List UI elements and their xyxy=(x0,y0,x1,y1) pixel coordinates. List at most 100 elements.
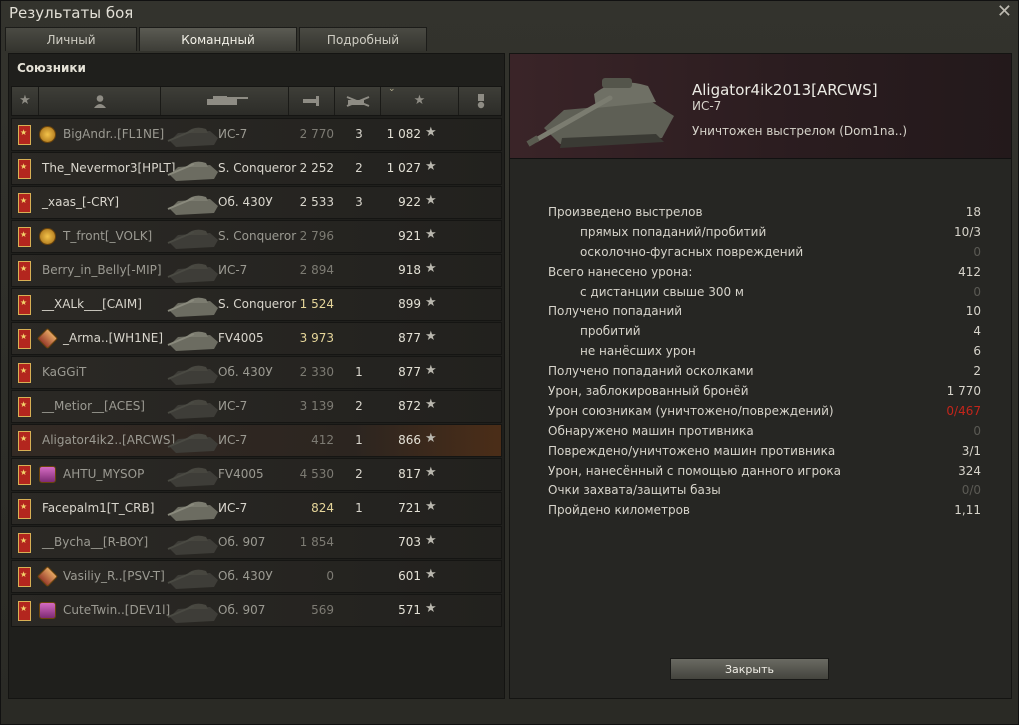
tank-image-icon xyxy=(167,195,218,215)
xp-value: 877 xyxy=(398,365,421,379)
stat-label: Произведено выстрелов xyxy=(548,205,703,219)
rank-badge-icon xyxy=(18,363,31,383)
tank-image-icon xyxy=(167,365,218,385)
stat-label: не нанёсших урон xyxy=(580,344,696,359)
player-name: Aligator4ik2..[ARCWS] xyxy=(42,433,176,447)
damage-value: 2 770 xyxy=(299,127,334,141)
table-row[interactable]: _xaas_[-CRY] Об. 430У 2 533 3 922 ★ xyxy=(11,186,502,219)
kills-icon[interactable] xyxy=(335,87,381,115)
damage-icon[interactable] xyxy=(289,87,335,115)
tab-team-result[interactable]: Командный результат xyxy=(139,27,297,71)
tank-name: Об. 907 xyxy=(218,535,266,549)
tank-name: FV4005 xyxy=(218,467,264,481)
close-icon[interactable]: ✕ xyxy=(997,1,1012,22)
tab-bar: Личный результат Командный результат Под… xyxy=(5,27,429,71)
kills-value: 2 xyxy=(355,161,363,175)
xp-value: 872 xyxy=(398,399,421,413)
xp-star-icon: ★ xyxy=(425,261,437,276)
xp-star-icon: ★ xyxy=(425,227,437,242)
tank-image-icon xyxy=(167,433,218,453)
player-tank: ИС-7 xyxy=(692,99,722,113)
damage-value: 2 533 xyxy=(299,195,334,209)
table-row[interactable]: Aligator4ik2..[ARCWS] ИС-7 412 1 866 ★ xyxy=(11,424,502,457)
table-row[interactable]: BigAndr..[FL1NE] ИС-7 2 770 3 1 082 ★ xyxy=(11,118,502,151)
tank-image-icon xyxy=(167,603,218,623)
table-row[interactable]: T_front[_VOLK]S. Conqueror2 796921★ xyxy=(11,220,502,253)
player-name: _xaas_[-CRY] xyxy=(42,195,120,209)
stat-label: прямых попаданий/пробитий xyxy=(580,224,767,239)
tank-name: Об. 430У xyxy=(218,195,273,209)
table-row[interactable]: CuteTwin..[DEV1l] Об. 907 569 571 ★ xyxy=(11,594,502,627)
stat-value: 0/0 xyxy=(961,483,981,498)
kills-value: 3 xyxy=(355,127,363,141)
rank-badge-icon xyxy=(18,601,31,621)
player-name: Aligator4ik2013[ARCWS] xyxy=(692,81,878,99)
clan-emblem-icon xyxy=(36,565,59,588)
rank-star-icon[interactable]: ★ xyxy=(12,87,39,115)
stat-label: Урон, заблокированный бронёй xyxy=(548,384,749,399)
rank-badge-icon xyxy=(18,125,31,145)
table-row[interactable]: __XALk___[CAIM]S. Conqueror1 524899★ xyxy=(11,288,502,321)
medal-icon[interactable] xyxy=(459,87,503,115)
stat-label: Пройдено километров xyxy=(548,503,690,518)
damage-value: 824 xyxy=(311,501,334,515)
xp-star-icon: ★ xyxy=(425,363,437,378)
stat-row: Повреждено/уничтожено машин противника 3/… xyxy=(548,442,981,462)
stat-label: Всего нанесено урона: xyxy=(548,264,693,279)
stat-label: Урон союзникам (уничтожено/повреждений) xyxy=(548,403,834,418)
xp-value: 601 xyxy=(398,569,421,583)
damage-value: 1 854 xyxy=(299,535,334,549)
xp-value: 721 xyxy=(398,501,421,515)
tab-detailed-report[interactable]: Подробный отчёт xyxy=(299,27,427,71)
clan-emblem-icon xyxy=(39,228,56,245)
damage-value: 0 xyxy=(326,569,334,583)
kills-value: 2 xyxy=(355,467,363,481)
table-row[interactable]: The_Nevermor3[HPLT]S. Conqueror2 25221 0… xyxy=(11,152,502,185)
damage-value: 2 894 xyxy=(299,263,334,277)
table-row[interactable]: __Metior__[ACES] ИС-7 3 139 2 872 ★ xyxy=(11,390,502,423)
table-row[interactable]: __Bycha__[R-BOY] Об. 907 1 854 703 ★ xyxy=(11,526,502,559)
stat-value: 0/467 xyxy=(946,403,981,418)
table-row[interactable]: Facepalm1[T_CRB] ИС-7 824 1 721 ★ xyxy=(11,492,502,525)
tank-image-icon xyxy=(167,535,218,555)
clan-emblem-icon xyxy=(39,126,56,143)
stat-value: 4 xyxy=(973,324,981,339)
column-header: ★ ★ ⌄ xyxy=(11,84,503,116)
damage-value: 4 530 xyxy=(299,467,334,481)
rank-badge-icon xyxy=(18,533,31,553)
xp-value: 918 xyxy=(398,263,421,277)
table-row[interactable]: _Arma..[WH1NE] FV4005 3 973 877 ★ xyxy=(11,322,502,355)
rank-badge-icon xyxy=(18,295,31,315)
player-header: Aligator4ik2013[ARCWS] ИС-7 Уничтожен вы… xyxy=(510,54,1011,159)
player-name: Berry_in_Belly[-MIP] xyxy=(42,263,162,277)
xp-star-icon: ★ xyxy=(425,431,437,446)
tank-name: FV4005 xyxy=(218,331,264,345)
tank-name: Об. 430У xyxy=(218,569,273,583)
xp-value: 877 xyxy=(398,331,421,345)
table-row[interactable]: Vasiliy_R..[PSV-T] Об. 430У 0 601 ★ xyxy=(11,560,502,593)
player-name: BigAndr..[FL1NE] xyxy=(63,127,165,141)
table-row[interactable]: KaGGiT Об. 430У 2 330 1 877 ★ xyxy=(11,356,502,389)
battle-results-window: Результаты боя ✕ Личный результат Команд… xyxy=(0,0,1019,725)
rank-badge-icon xyxy=(18,567,31,587)
damage-value: 2 252 xyxy=(299,161,334,175)
stat-label: Очки захвата/защиты базы xyxy=(548,483,721,498)
stat-value: 0 xyxy=(973,244,981,259)
stat-label: пробитий xyxy=(580,324,641,339)
kills-value: 2 xyxy=(355,399,363,413)
kills-value: 1 xyxy=(355,501,363,515)
xp-value: 922 xyxy=(398,195,421,209)
close-button[interactable]: Закрыть xyxy=(670,658,829,680)
stat-row: Урон союзникам (уничтожено/повреждений) 0… xyxy=(548,402,981,422)
tank-icon[interactable] xyxy=(161,87,289,115)
clan-emblem-icon xyxy=(36,327,59,350)
player-icon[interactable] xyxy=(39,87,161,115)
xp-star-icon: ★ xyxy=(425,567,437,582)
tab-personal-result[interactable]: Личный результат xyxy=(5,27,137,71)
table-row[interactable]: Berry_in_Belly[-MIP] ИС-7 2 894 918 ★ xyxy=(11,254,502,287)
damage-value: 412 xyxy=(311,433,334,447)
stat-row: пробитий 4 xyxy=(548,322,981,342)
rank-badge-icon xyxy=(18,397,31,417)
stat-row: Всего нанесено урона: 412 xyxy=(548,263,981,283)
table-row[interactable]: AHTU_MYSOP FV4005 4 530 2 817 ★ xyxy=(11,458,502,491)
